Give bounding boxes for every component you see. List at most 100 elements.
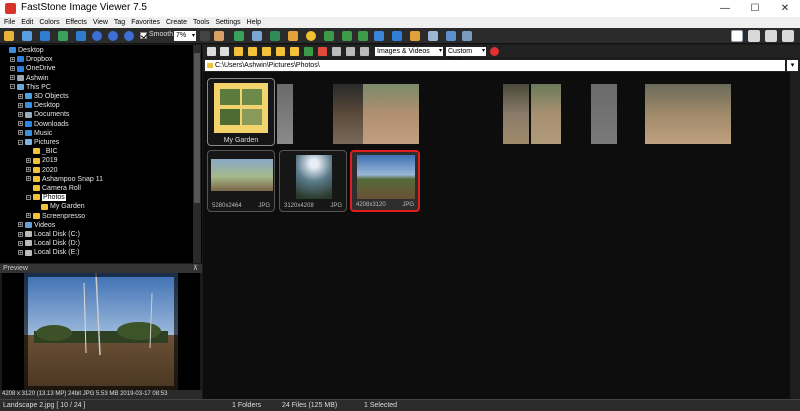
new-folder-icon[interactable] [248, 47, 257, 56]
tree-item[interactable]: + Music [18, 129, 52, 138]
address-input[interactable]: C:\Users\Ashwin\Pictures\Photos\ [205, 60, 785, 71]
address-dropdown[interactable]: ▾ [787, 60, 798, 71]
folder-up-icon[interactable] [234, 47, 243, 56]
menu-edit[interactable]: Edit [18, 17, 36, 28]
resize-icon[interactable] [270, 31, 280, 41]
tree-expander-icon[interactable]: − [26, 194, 31, 200]
folder-tree[interactable]: Desktop + Dropbox + OneDrive + Ashwin − This PC +… [0, 45, 202, 263]
tree-expander-icon[interactable]: + [18, 250, 23, 256]
tree-expander-icon[interactable]: + [18, 222, 23, 228]
rotate-left-icon[interactable] [342, 31, 352, 41]
thumbnail-card-selected[interactable]: 4208x3120 JPG [350, 150, 420, 212]
tree-expander-icon[interactable]: + [26, 158, 31, 164]
tree-expander-icon[interactable]: + [18, 102, 23, 108]
lighting-icon[interactable] [306, 31, 316, 41]
fullscreen-icon[interactable] [446, 31, 456, 41]
tree-expander-icon[interactable]: + [18, 231, 23, 237]
browser-mode-icon[interactable] [22, 31, 32, 41]
folder-card-my-garden[interactable]: My Garden [207, 78, 275, 146]
tree-item[interactable]: My Garden [34, 202, 85, 211]
thumbnail-size-icon[interactable] [332, 47, 341, 56]
tree-item[interactable]: + Screenpresso [26, 212, 85, 221]
tree-item[interactable]: _BIC [26, 147, 58, 156]
tree-item[interactable]: + Ashwin [10, 74, 49, 83]
tree-expander-icon[interactable]: + [26, 167, 31, 173]
rotate-right-icon[interactable] [358, 31, 368, 41]
close-button[interactable]: ✕ [770, 0, 800, 17]
tree-expander-icon[interactable]: + [18, 240, 23, 246]
copy-to-icon[interactable] [276, 47, 285, 56]
tree-item[interactable]: + Dropbox [10, 55, 52, 64]
smooth-checkbox[interactable] [140, 32, 147, 39]
stop-icon[interactable] [490, 47, 499, 56]
save-as-icon[interactable] [58, 31, 68, 41]
tree-item[interactable]: + Local Disk (C:) [18, 230, 80, 239]
actual-size-icon[interactable] [124, 31, 134, 41]
hand-tool-icon[interactable] [214, 31, 224, 41]
zoom-select[interactable]: 7% [174, 31, 196, 41]
tree-expander-icon[interactable]: − [18, 139, 23, 145]
back-icon[interactable] [207, 47, 216, 56]
move-to-icon[interactable] [290, 47, 299, 56]
list-view-icon[interactable] [360, 47, 369, 56]
tree-scrollbar[interactable] [193, 45, 201, 263]
settings-icon[interactable] [428, 31, 438, 41]
thumbnail-card[interactable]: 3120x4208 JPG [279, 150, 347, 212]
adjust-icon[interactable] [288, 31, 298, 41]
tree-item[interactable]: +3D Objects [18, 92, 69, 101]
forward-icon[interactable] [220, 47, 229, 56]
slideshow-icon[interactable] [410, 31, 420, 41]
tree-item[interactable]: Desktop [2, 46, 44, 55]
tree-expander-icon[interactable]: + [26, 176, 31, 182]
pin-icon[interactable]: ⊼ [193, 264, 198, 273]
maximize-button[interactable]: ☐ [740, 0, 770, 17]
view-browser-icon[interactable] [731, 30, 743, 42]
menu-file[interactable]: File [0, 17, 18, 28]
tree-item[interactable]: − Photos [26, 193, 66, 202]
tree-expander-icon[interactable]: + [26, 213, 31, 219]
tree-item[interactable]: + Downloads [18, 120, 69, 129]
browser-scrollbar[interactable] [790, 72, 800, 399]
thumbnail-browser[interactable]: My Garden 5280x2464 JPG 3120x4208 JPG 42… [203, 72, 790, 399]
menu-settings[interactable]: Settings [212, 17, 243, 28]
tree-item[interactable]: +2019 [26, 156, 58, 165]
menu-colors[interactable]: Colors [36, 17, 62, 28]
zoom-out-icon[interactable] [108, 31, 118, 41]
tree-item[interactable]: + Local Disk (D:) [18, 239, 80, 248]
favorites-icon[interactable] [262, 47, 271, 56]
tree-item[interactable]: − This PC [10, 83, 51, 92]
color-icon[interactable] [324, 31, 334, 41]
open-folder-icon[interactable] [4, 31, 14, 41]
delete-icon[interactable] [318, 47, 327, 56]
tree-expander-icon[interactable]: + [10, 75, 15, 81]
save-icon[interactable] [40, 31, 50, 41]
info-icon[interactable] [462, 31, 472, 41]
sort-select[interactable]: Custom Sort [446, 47, 486, 64]
tree-expander-icon[interactable]: − [10, 84, 15, 90]
menu-favorites[interactable]: Favorites [128, 17, 163, 28]
email-icon[interactable] [392, 31, 402, 41]
tree-item[interactable]: + Documents [18, 110, 69, 119]
menu-create[interactable]: Create [163, 17, 190, 28]
flip-icon[interactable] [374, 31, 384, 41]
tree-expander-icon[interactable]: + [18, 93, 23, 99]
tree-item[interactable]: Camera Roll [26, 184, 81, 193]
tree-item[interactable]: − Pictures [18, 138, 59, 147]
crop-icon[interactable] [252, 31, 262, 41]
tree-item[interactable]: + Videos [18, 221, 55, 230]
view-fullscreen-icon[interactable] [782, 30, 794, 42]
view-thumbnails-icon[interactable] [765, 30, 777, 42]
file-filter-select[interactable]: Images & Videos [375, 47, 443, 56]
tree-item[interactable]: + OneDrive [10, 64, 56, 73]
select-icon[interactable] [234, 31, 244, 41]
zoom-in-icon[interactable] [92, 31, 102, 41]
menu-effects[interactable]: Effects [63, 17, 90, 28]
menu-tools[interactable]: Tools [190, 17, 212, 28]
print-icon[interactable] [76, 31, 86, 41]
menu-help[interactable]: Help [244, 17, 264, 28]
thumbnail-card[interactable]: 5280x2464 JPG [207, 150, 275, 212]
tree-item[interactable]: + Ashampoo Snap 11 [26, 175, 103, 184]
tree-item[interactable]: +2020 [26, 166, 58, 175]
minimize-button[interactable]: — [710, 0, 740, 17]
tree-expander-icon[interactable]: + [18, 112, 23, 118]
